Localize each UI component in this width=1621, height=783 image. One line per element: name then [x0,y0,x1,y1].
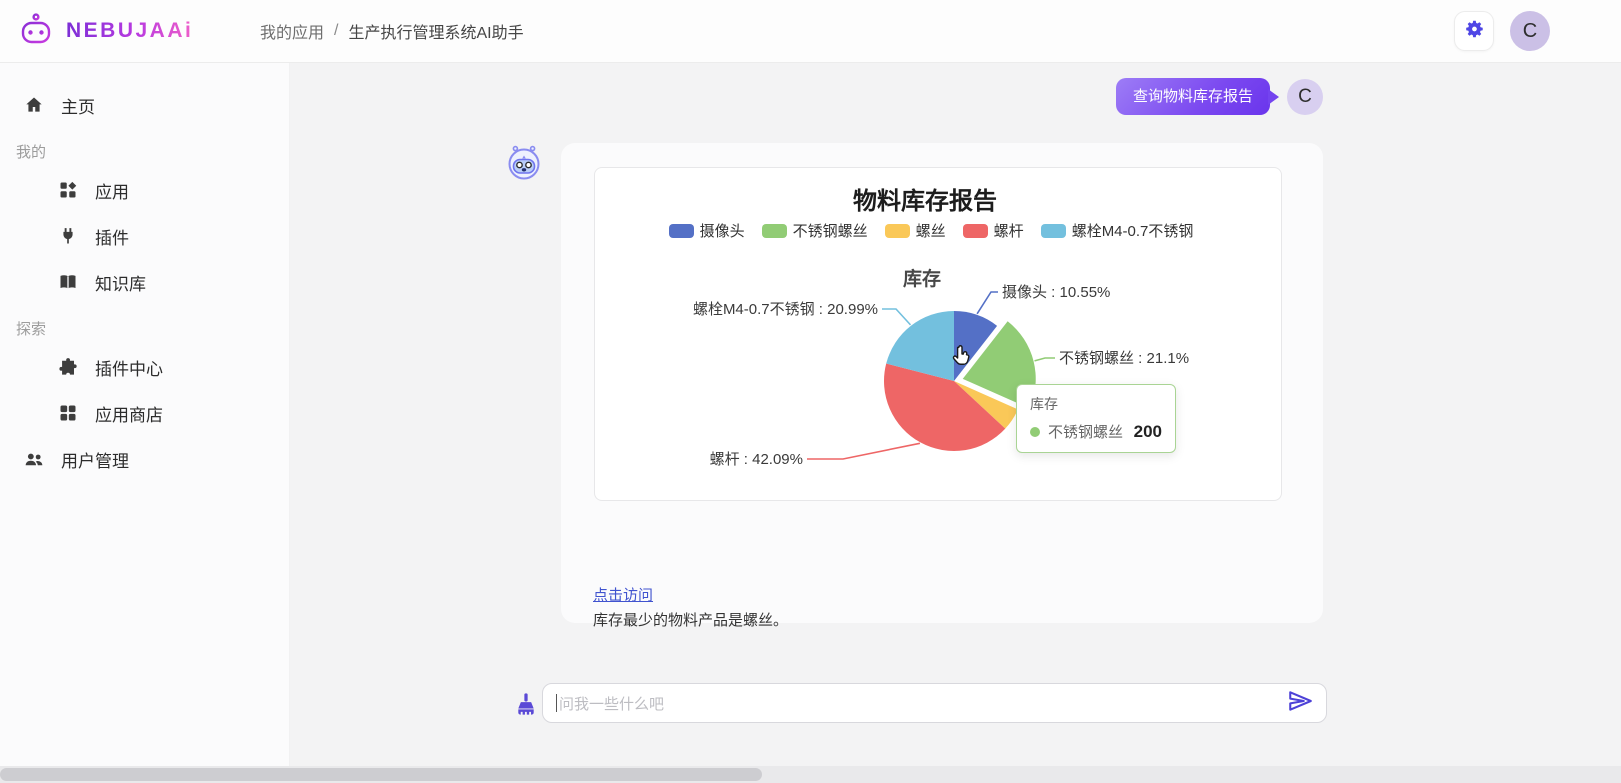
sidebar-section-explore: 探索 [0,305,289,344]
chat-area: 查询物料库存报告 C 物料库存报告 摄像头不锈钢螺丝螺丝螺杆螺栓M4-0.7不锈… [291,62,1621,783]
puzzle-icon [57,357,78,378]
sidebar-item-apps[interactable]: 应用 [0,167,289,213]
tooltip-series-name: 库存 [1030,394,1162,414]
sidebar-item-label: 用户管理 [61,447,129,472]
pie-label-line [1035,358,1055,361]
sidebar-item-user-management[interactable]: 用户管理 [0,436,289,482]
clear-chat-button[interactable] [512,691,540,719]
sidebar-item-home[interactable]: 主页 [0,82,289,128]
message-input[interactable]: 问我一些什么吧 [542,683,1327,723]
pie-label-line [882,309,911,325]
pie-slice-label: 摄像头 : 10.55% [1002,284,1110,301]
horizontal-scrollbar-track[interactable] [0,766,1621,783]
breadcrumb-parent[interactable]: 我的应用 [260,19,324,43]
pie-label-line [807,443,920,459]
pie-slice-label: 不锈钢螺丝 : 21.1% [1059,350,1189,367]
sidebar-item-plugins[interactable]: 插件 [0,213,289,259]
sidebar-item-plugin-center[interactable]: 插件中心 [0,344,289,390]
tooltip-item-value: 200 [1134,422,1162,442]
tooltip-item-name: 不锈钢螺丝 [1048,421,1123,442]
breadcrumb-current: 生产执行管理系统AI助手 [348,19,523,43]
sidebar-item-label: 插件 [95,224,129,249]
broom-icon [512,706,540,723]
store-icon [57,403,78,424]
gear-icon [1463,18,1485,45]
sidebar-item-knowledge-base[interactable]: 知识库 [0,259,289,305]
assistant-avatar [505,142,543,180]
pie-chart-svg[interactable]: 摄像头 : 10.55% 不锈钢螺丝 : 21.1% 螺杆 : 42.09% 螺栓M4… [595,168,1283,502]
sidebar-item-label: 应用 [95,178,129,203]
visit-link[interactable]: 点击访问 [593,584,653,605]
breadcrumb-separator: / [334,22,338,40]
users-icon [23,449,44,470]
sidebar-item-app-store[interactable]: 应用商店 [0,390,289,436]
send-button[interactable] [1287,690,1313,716]
chart-card: 物料库存报告 摄像头不锈钢螺丝螺丝螺杆螺栓M4-0.7不锈钢 库存 摄像头 : … [594,167,1282,501]
app-logo[interactable]: NEBUJAAi [0,11,260,52]
top-header: NEBUJAAi 我的应用 / 生产执行管理系统AI助手 C [0,0,1621,63]
send-icon [1287,688,1313,719]
assistant-response-bubble: 物料库存报告 摄像头不锈钢螺丝螺丝螺杆螺栓M4-0.7不锈钢 库存 摄像头 : … [561,143,1323,623]
input-placeholder: 问我一些什么吧 [559,693,1287,714]
text-caret [556,694,557,712]
plug-icon [57,226,78,247]
robot-logo-icon [16,11,56,52]
assistant-summary-text: 库存最少的物料产品是螺丝。 [593,609,788,630]
apps-icon [57,180,78,201]
chart-tooltip: 库存 不锈钢螺丝 200 [1016,384,1176,453]
pie-slice-label: 螺栓M4-0.7不锈钢 : 20.99% [693,301,878,318]
sidebar-nav: 主页我的应用插件知识库探索插件中心应用商店用户管理 [0,62,290,766]
sidebar-item-label: 主页 [61,93,95,118]
pie-slice-label: 螺杆 : 42.09% [710,451,803,468]
home-icon [23,95,44,116]
user-message-row: 查询物料库存报告 C [561,78,1323,115]
sidebar-item-label: 应用商店 [95,401,163,426]
user-avatar-chat: C [1287,79,1323,115]
settings-button[interactable] [1454,11,1494,51]
sidebar-item-label: 知识库 [95,270,146,295]
user-avatar-header[interactable]: C [1510,11,1550,51]
horizontal-scrollbar-thumb[interactable] [0,768,762,781]
user-message-bubble: 查询物料库存报告 [1116,78,1270,115]
sidebar-item-label: 插件中心 [95,355,163,380]
sidebar-section-mine: 我的 [0,128,289,167]
breadcrumb: 我的应用 / 生产执行管理系统AI助手 [260,19,524,43]
pie-label-line [977,292,998,314]
tooltip-color-dot [1030,427,1040,437]
book-icon [57,272,78,293]
brand-name: NEBUJAAi [66,19,193,43]
